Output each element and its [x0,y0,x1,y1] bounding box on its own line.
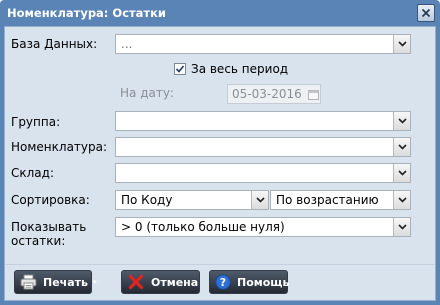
show-label-line1: Показывать [11,220,87,234]
close-icon [421,8,431,18]
sort-field-value: По Коду [121,193,173,207]
nomenclature-dropdown-trigger[interactable] [393,138,410,156]
chevron-down-icon [255,197,265,203]
warehouse-label: Склад: [11,166,54,180]
group-combo[interactable] [115,111,411,131]
group-dropdown-trigger[interactable] [393,112,410,130]
svg-text:?: ? [220,276,226,289]
show-label-line2: остатки: [11,234,66,248]
show-remains-value: > 0 (только больше нуля) [121,220,285,234]
cancel-button-label: Отмена [151,275,199,289]
red-x-icon [127,273,145,291]
warehouse-combo[interactable] [115,163,411,183]
chevron-down-icon [397,41,407,47]
sort-field-dropdown-trigger[interactable] [251,191,268,209]
sort-order-dropdown-trigger[interactable] [393,191,410,209]
chevron-down-icon [397,170,407,176]
date-picker-trigger [306,85,320,103]
cancel-button[interactable]: Отмена [121,270,200,294]
show-remains-combo[interactable]: > 0 (только больше нуля) [115,217,411,237]
chevron-down-icon [397,224,407,230]
help-button-label: Помощь [237,275,290,289]
date-value: 05-03-2016 [232,87,302,101]
database-label: База Данных: [11,37,98,51]
dialog-window: Номенклатура: Остатки База Данных: ... З… [0,0,440,305]
window-title: Номенклатура: Остатки [7,6,166,20]
sort-label: Сортировка: [11,193,90,207]
question-icon: ? [215,273,231,291]
chevron-down-icon [397,197,407,203]
whole-period-checkbox[interactable] [174,63,186,75]
group-label: Группа: [11,115,61,129]
chevron-down-icon [397,118,407,124]
warehouse-dropdown-trigger[interactable] [393,164,410,182]
help-button[interactable]: ? Помощь [209,270,290,294]
sort-order-value: По возрастанию [276,193,379,207]
footer-separator [5,264,435,265]
checkmark-icon [175,65,185,73]
calendar-icon [307,89,319,100]
printer-icon [20,273,37,291]
sort-order-combo[interactable]: По возрастанию [270,190,411,210]
date-field: 05-03-2016 [227,84,321,104]
whole-period-label: За весь период [191,62,289,76]
sort-field-combo[interactable]: По Коду [115,190,269,210]
nomenclature-combo[interactable] [115,137,411,157]
database-dropdown-trigger[interactable] [393,35,410,53]
show-label: Показывать остатки: [11,220,86,248]
chevron-down-icon [397,144,407,150]
dialog-body: База Данных: ... За весь период На дату:… [4,26,436,301]
print-menu-arrow-icon: ▾ [92,278,97,286]
title-bar: Номенклатура: Остатки [4,0,436,26]
show-remains-dropdown-trigger[interactable] [393,218,410,236]
print-button[interactable]: Печать ▾ [14,270,97,294]
close-button[interactable] [417,4,435,22]
database-combo[interactable]: ... [115,34,411,54]
nomenclature-label: Номенклатура: [11,140,108,154]
print-button-label: Печать [43,275,88,289]
database-value: ... [121,37,133,51]
date-label: На дату: [120,86,174,100]
